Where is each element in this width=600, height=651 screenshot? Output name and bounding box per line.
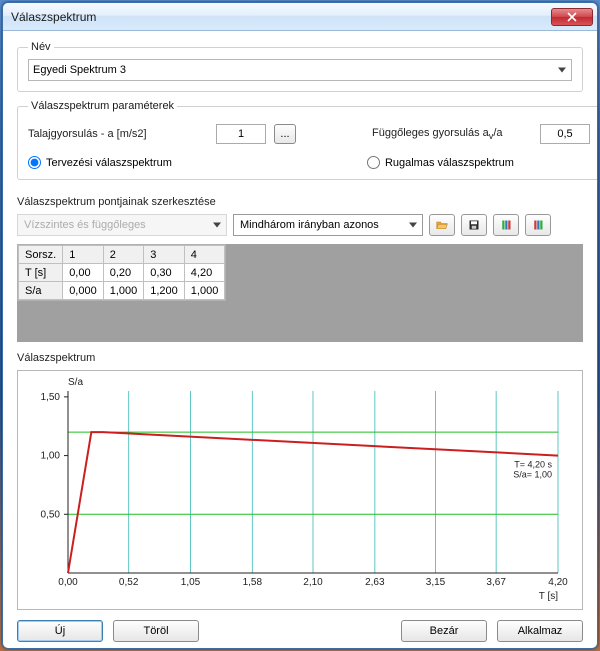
ground-accel-label: Talajgyorsulás - a [m/s2] — [28, 128, 208, 140]
elastic-spectrum-radio[interactable]: Rugalmas válaszspektrum — [367, 156, 514, 169]
svg-text:0,50: 0,50 — [41, 509, 61, 520]
close-button[interactable] — [551, 8, 593, 26]
accel-more-button[interactable]: ... — [274, 124, 296, 144]
svg-text:1,00: 1,00 — [41, 451, 61, 462]
orient-combo-disabled: Vízszintes és függőleges — [17, 214, 227, 236]
close-dialog-button[interactable]: Bezár — [401, 620, 487, 642]
svg-text:0,00: 0,00 — [58, 577, 78, 588]
edit-group: Válaszspektrum pontjainak szerkesztése V… — [17, 188, 583, 342]
svg-text:4,20: 4,20 — [548, 577, 568, 588]
spectrum-tool2-icon — [532, 218, 544, 232]
row-header: T [s] — [19, 264, 63, 282]
window-title: Válaszspektrum — [11, 10, 551, 24]
svg-text:1,50: 1,50 — [41, 392, 61, 403]
svg-text:1,58: 1,58 — [243, 577, 263, 588]
svg-text:3,15: 3,15 — [426, 577, 446, 588]
dialog-window: Válaszspektrum Név Egyedi Spektrum 3 Vál… — [2, 2, 598, 649]
chart-heading: Válaszspektrum — [17, 352, 583, 364]
apply-button[interactable]: Alkalmaz — [497, 620, 583, 642]
spectrum-chart: S/a 0,00 0,52 1,05 1,58 2,10 2,63 3,15 3,67 4,20 0… — [17, 370, 583, 610]
edit-heading: Válaszspektrum pontjainak szerkesztése — [17, 196, 583, 208]
svg-text:1,05: 1,05 — [181, 577, 201, 588]
params-legend: Válaszspektrum paraméterek — [28, 100, 177, 112]
table-row: Sorsz. 1 2 3 4 — [19, 246, 225, 264]
name-select[interactable]: Egyedi Spektrum 3 — [28, 59, 572, 81]
direction-combo[interactable]: Mindhárom irányban azonos — [233, 214, 423, 236]
tool1-button[interactable] — [493, 214, 519, 236]
ground-accel-input[interactable] — [216, 124, 266, 144]
params-group: Válaszspektrum paraméterek Talajgyorsulá… — [17, 100, 598, 180]
row-header: Sorsz. — [19, 246, 63, 264]
ellipsis-icon: ... — [280, 128, 289, 140]
table-row: S/a 0,000 1,000 1,200 1,000 — [19, 282, 225, 300]
folder-open-icon — [436, 218, 448, 232]
delete-button[interactable]: Töröl — [113, 620, 199, 642]
spectrum-tool1-icon — [500, 218, 512, 232]
new-button[interactable]: Új — [17, 620, 103, 642]
save-button[interactable] — [461, 214, 487, 236]
vert-accel-input[interactable] — [540, 124, 590, 144]
svg-text:S/a: S/a — [68, 377, 83, 388]
svg-text:2,63: 2,63 — [365, 577, 385, 588]
name-legend: Név — [28, 41, 54, 53]
design-spectrum-radio[interactable]: Tervezési válaszspektrum — [28, 156, 172, 169]
floppy-disk-icon — [468, 218, 480, 232]
table-row: T [s] 0,00 0,20 0,30 4,20 — [19, 264, 225, 282]
spectrum-table[interactable]: Sorsz. 1 2 3 4 T [s] 0,00 0,20 0,30 4,20 — [17, 244, 226, 301]
row-header: S/a — [19, 282, 63, 300]
chart-canvas: S/a 0,00 0,52 1,05 1,58 2,10 2,63 3,15 3,67 4,20 0… — [18, 371, 578, 607]
svg-text:S/a= 1,00: S/a= 1,00 — [513, 470, 552, 480]
svg-text:3,67: 3,67 — [486, 577, 506, 588]
name-group: Név Egyedi Spektrum 3 — [17, 41, 583, 92]
open-button[interactable] — [429, 214, 455, 236]
tool2-button[interactable] — [525, 214, 551, 236]
svg-text:T [s]: T [s] — [539, 591, 558, 602]
svg-text:0,52: 0,52 — [119, 577, 139, 588]
close-icon — [567, 12, 577, 22]
vert-accel-label: Függőleges gyorsulás av/a — [372, 127, 532, 141]
svg-text:2,10: 2,10 — [303, 577, 323, 588]
svg-text:T= 4,20 s: T= 4,20 s — [514, 460, 552, 470]
titlebar: Válaszspektrum — [3, 3, 597, 31]
